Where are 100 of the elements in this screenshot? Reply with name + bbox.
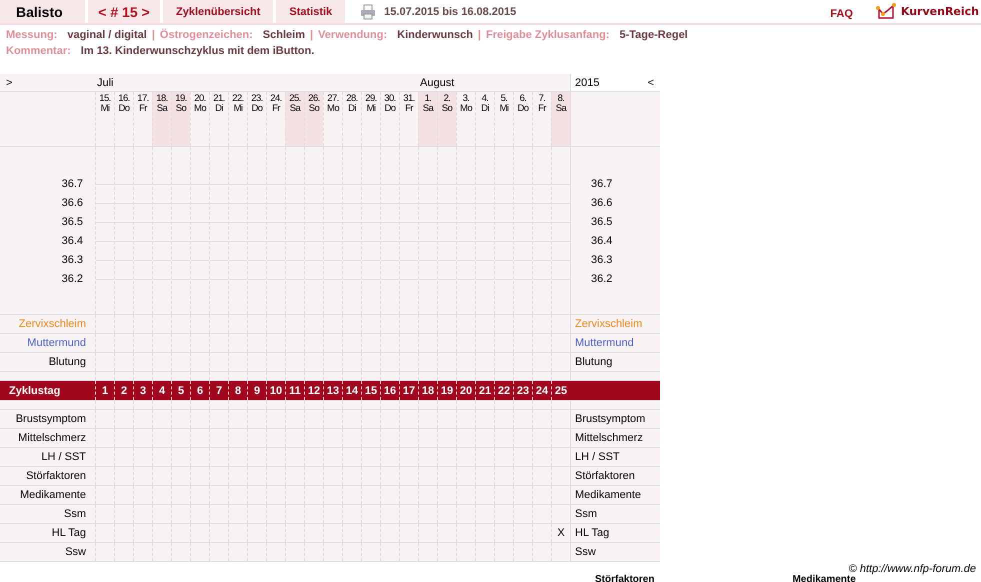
temperature-label: 36.3 xyxy=(62,253,83,268)
cycle-day-number: 17 xyxy=(402,384,416,396)
day-header: 1. Sa xyxy=(418,92,437,146)
row-label: Muttermund xyxy=(575,337,634,349)
separator: | xyxy=(478,29,481,41)
temperature-label: 36.3 xyxy=(591,253,612,268)
row-label: Blutung xyxy=(48,356,86,368)
temperature-label: 36.2 xyxy=(62,272,83,287)
faq-link[interactable]: FAQ xyxy=(830,8,853,20)
row-label: Zervixschleim xyxy=(18,318,86,330)
day-header: 15. Mi xyxy=(95,92,114,146)
cycle-day-number: 16 xyxy=(384,384,396,396)
cycle-day-number: 11 xyxy=(289,384,301,396)
day-header: 19. So xyxy=(171,92,190,146)
cycle-day-number: 2 xyxy=(120,384,128,396)
day-header: 27. Mo xyxy=(323,92,342,146)
cycle-day-number: 9 xyxy=(254,384,260,396)
temperature-label: 36.4 xyxy=(62,234,83,249)
month-label: Juli xyxy=(97,76,114,88)
info-label: Messung: xyxy=(6,29,58,41)
row-label: Muttermund xyxy=(27,337,86,349)
cycle-day-number: 13 xyxy=(326,384,340,396)
day-header: 6. Do xyxy=(513,92,532,146)
row-label: Ssm xyxy=(64,508,86,520)
row-label: LH / SST xyxy=(575,451,620,463)
day-header: 4. Di xyxy=(475,92,494,146)
cycle-day-number: 8 xyxy=(234,384,242,396)
cycle-day-number: 21 xyxy=(478,384,492,396)
row-label: Störfaktoren xyxy=(575,470,635,482)
cycle-day-number: 24 xyxy=(536,384,548,396)
row-label: HL Tag xyxy=(575,527,610,539)
cycle-day-number: 22 xyxy=(498,384,510,396)
nav-tab[interactable]: Statistik xyxy=(276,0,346,23)
day-header: 26. So xyxy=(304,92,323,146)
cycle-day-number: 6 xyxy=(196,384,204,396)
temperature-label: 36.7 xyxy=(591,177,612,192)
next-arrow[interactable]: < xyxy=(642,76,660,88)
cycle-day-number: 15 xyxy=(364,384,378,396)
row-label: Blutung xyxy=(575,356,612,368)
info-value: vaginal / digital xyxy=(67,29,147,41)
row-label: Brustsymptom xyxy=(575,413,646,425)
brand-name[interactable]: KurvenReich xyxy=(900,5,979,18)
row-label: Zervixschleim xyxy=(575,318,642,330)
day-header: 25. Sa xyxy=(285,92,304,146)
day-header: 30. Do xyxy=(380,92,399,146)
separator: | xyxy=(310,29,314,41)
temperature-label: 36.5 xyxy=(62,215,83,230)
cycle-day-number: 23 xyxy=(516,384,530,396)
row-label: Medikamente xyxy=(20,489,86,501)
printer-icon[interactable] xyxy=(360,4,376,20)
day-header: 20. Mo xyxy=(190,92,209,146)
cycle-day-number: 5 xyxy=(178,384,184,396)
day-header: 18. Sa xyxy=(152,92,171,146)
day-header: 3. Mo xyxy=(456,92,475,146)
row-label: Ssm xyxy=(575,508,597,520)
copyright-text: © http://www.nfp-forum.de xyxy=(848,563,976,575)
previous-arrow[interactable]: > xyxy=(0,74,95,91)
nav-tab[interactable]: Zyklenübersicht xyxy=(163,0,274,23)
cycle-day-number: 20 xyxy=(460,384,472,396)
temperature-label: 36.7 xyxy=(62,177,83,192)
cycle-day-number: 19 xyxy=(440,384,454,396)
temperature-label: 36.5 xyxy=(591,215,612,230)
row-label: Zyklustag xyxy=(9,384,60,396)
separator: | xyxy=(152,29,155,41)
cycle-day-number: 10 xyxy=(270,384,282,396)
day-header: 5. Mi xyxy=(494,92,513,146)
day-header: 23. Do xyxy=(247,92,266,146)
info-value: Im 13. Kinderwunschzyklus mit dem iButton. xyxy=(80,45,314,57)
temperature-label: 36.6 xyxy=(591,196,612,211)
cycle-day-number: 7 xyxy=(216,384,222,396)
date-range: 15.07.2015 bis 16.08.2015 xyxy=(384,4,516,20)
cycle-day-number: 14 xyxy=(346,384,358,396)
user-name: Balisto xyxy=(0,0,85,23)
day-header: 16. Do xyxy=(114,92,133,146)
cycle-day-number: 4 xyxy=(158,384,166,396)
row-label: Störfaktoren xyxy=(26,470,86,482)
row-label: Medikamente xyxy=(575,489,642,501)
cycle-nav-button[interactable]: < # 15 > xyxy=(88,0,160,23)
temperature-label: 36.4 xyxy=(591,234,612,249)
day-header: 2. So xyxy=(437,92,456,146)
day-header: 28. Di xyxy=(342,92,361,146)
info-value: Kinderwunsch xyxy=(397,29,473,41)
cycle-day-number: 1 xyxy=(102,384,108,396)
year-label: 2015 xyxy=(575,76,600,88)
cycle-day-number: 3 xyxy=(140,384,146,396)
info-label: Freigabe Zyklusanfang: xyxy=(486,29,610,41)
row-label: Ssw xyxy=(575,546,596,558)
month-label: August xyxy=(420,76,454,88)
hl-day-mark: X xyxy=(557,527,565,539)
day-header: 21. Di xyxy=(209,92,228,146)
row-label: LH / SST xyxy=(41,451,86,463)
row-label: Brustsymptom xyxy=(16,413,86,425)
cycle-day-number: 12 xyxy=(308,384,320,396)
cycle-day-number: 25 xyxy=(554,384,568,396)
temperature-label: 36.2 xyxy=(591,272,612,287)
chart-logo-icon xyxy=(874,2,897,20)
info-value: Schleim xyxy=(262,29,305,41)
temperature-label: 36.6 xyxy=(62,196,83,211)
row-label: Ssw xyxy=(65,546,86,558)
section-heading: Störfaktoren xyxy=(595,575,654,582)
